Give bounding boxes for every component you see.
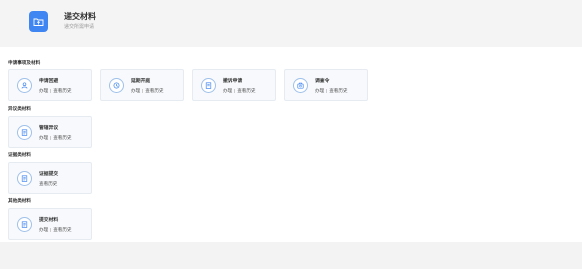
- card-actions: 办理 查看历史: [131, 88, 164, 94]
- card-apply-recusal[interactable]: 申请回避 办理 查看历史: [8, 69, 92, 101]
- card-actions: 办理 查看历史: [315, 88, 348, 94]
- history-link[interactable]: 查看历史: [53, 136, 71, 141]
- section-title-application: 申请事项及材料: [8, 61, 41, 66]
- card-submit-evidence[interactable]: 证据提交 查看历史: [8, 162, 92, 194]
- handle-link[interactable]: 办理: [39, 228, 48, 233]
- card-title: 提交材料: [39, 218, 59, 223]
- document-icon: [17, 217, 32, 232]
- divider: [50, 88, 52, 93]
- card-withdraw-suit[interactable]: 撤诉申请 办理 查看历史: [192, 69, 276, 101]
- page-subtitle: 递交所需申请: [64, 24, 95, 30]
- page: 递交材料 递交所需申请 申请事项及材料 申请回避 办理 查看历史 延期开庭 办理…: [0, 0, 582, 269]
- card-title: 证据提交: [39, 172, 59, 177]
- card-actions: 办理 查看历史: [39, 227, 72, 233]
- divider: [142, 88, 144, 93]
- card-submit-materials[interactable]: 提交材料 办理 查看历史: [8, 208, 92, 240]
- history-link[interactable]: 查看历史: [237, 89, 255, 94]
- card-actions: 办理 查看历史: [39, 135, 72, 141]
- document-icon: [17, 125, 32, 140]
- page-header: 递交材料 递交所需申请: [0, 0, 582, 47]
- card-title: 延期开庭: [131, 79, 151, 84]
- history-link[interactable]: 查看历史: [53, 228, 71, 233]
- card-jurisdiction-objection[interactable]: 管辖异议 办理 查看历史: [8, 116, 92, 148]
- section-title-objection: 异议类材料: [8, 107, 31, 112]
- section-title-evidence: 证据类材料: [8, 153, 31, 158]
- person-icon: [17, 78, 32, 93]
- document-icon: [201, 78, 216, 93]
- handle-link[interactable]: 办理: [39, 89, 48, 94]
- divider: [50, 135, 52, 140]
- card-investigation-order[interactable]: 调查令 办理 查看历史: [284, 69, 368, 101]
- divider: [234, 88, 236, 93]
- divider: [326, 88, 328, 93]
- badge-icon: [293, 78, 308, 93]
- page-footer: [0, 242, 582, 269]
- section-title-other: 其他类材料: [8, 199, 31, 204]
- clock-icon: [109, 78, 124, 93]
- divider: [50, 227, 52, 232]
- card-title: 申请回避: [39, 79, 59, 84]
- card-actions: 查看历史: [39, 181, 57, 187]
- history-link[interactable]: 查看历史: [329, 89, 347, 94]
- content-area: 申请事项及材料 申请回避 办理 查看历史 延期开庭 办理 查看历史 撤诉申请 办…: [0, 47, 582, 242]
- page-title: 递交材料: [64, 12, 96, 21]
- handle-link[interactable]: 办理: [131, 89, 140, 94]
- card-actions: 办理 查看历史: [223, 88, 256, 94]
- handle-link[interactable]: 办理: [223, 89, 232, 94]
- card-postpone-hearing[interactable]: 延期开庭 办理 查看历史: [100, 69, 184, 101]
- history-link[interactable]: 查看历史: [53, 89, 71, 94]
- document-icon: [17, 171, 32, 186]
- handle-link[interactable]: 办理: [315, 89, 324, 94]
- card-title: 撤诉申请: [223, 79, 243, 84]
- folder-upload-icon: [29, 11, 48, 32]
- card-actions: 办理 查看历史: [39, 88, 72, 94]
- card-title: 调查令: [315, 79, 330, 84]
- history-link[interactable]: 查看历史: [39, 182, 57, 187]
- card-title: 管辖异议: [39, 126, 59, 131]
- handle-link[interactable]: 办理: [39, 136, 48, 141]
- history-link[interactable]: 查看历史: [145, 89, 163, 94]
